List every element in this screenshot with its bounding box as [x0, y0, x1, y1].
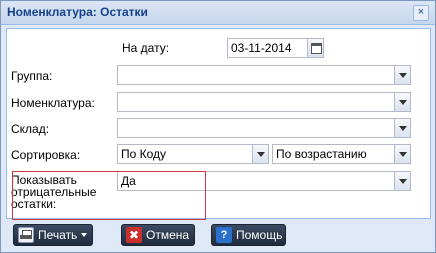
sort-by-combo[interactable]: По Коду [117, 144, 269, 164]
chevron-down-icon[interactable] [394, 118, 411, 138]
chevron-down-icon[interactable] [394, 144, 411, 164]
nomenclature-label: Номенклатура: [11, 96, 95, 110]
print-label: Печать [38, 228, 78, 242]
calendar-icon[interactable] [307, 38, 324, 58]
sort-by-value: По Коду [121, 147, 167, 161]
sort-order-value: По возрастанию [276, 147, 367, 161]
date-field[interactable]: 03-11-2014 [227, 38, 324, 58]
chevron-down-icon[interactable] [394, 65, 411, 85]
warehouse-label: Склад: [11, 122, 50, 136]
sort-label: Сортировка: [11, 148, 81, 162]
cancel-button[interactable]: ✖ Отмена [121, 224, 195, 246]
warehouse-combo[interactable] [117, 118, 411, 138]
group-label: Группа: [11, 69, 53, 83]
chevron-down-icon[interactable] [81, 233, 87, 237]
date-value: 03-11-2014 [231, 41, 292, 55]
printer-icon [18, 227, 34, 243]
dialog-titlebar[interactable]: Номенклатура: Остатки × [1, 1, 435, 25]
nomenclature-combo[interactable] [117, 92, 411, 112]
form-panel: На дату: 03-11-2014 Группа: Номенклатура… [6, 28, 431, 220]
help-icon: ? [216, 227, 232, 243]
cancel-icon: ✖ [126, 227, 142, 243]
date-label: На дату: [122, 41, 170, 55]
close-button[interactable]: × [413, 5, 429, 21]
group-combo[interactable] [117, 65, 411, 85]
cancel-label: Отмена [146, 228, 190, 242]
report-dialog: Номенклатура: Остатки × На дату: 03-11-2… [0, 0, 436, 253]
close-icon: × [417, 6, 425, 18]
chevron-down-icon[interactable] [394, 171, 411, 191]
chevron-down-icon[interactable] [394, 92, 411, 112]
chevron-down-icon[interactable] [252, 144, 269, 164]
print-button[interactable]: Печать [13, 224, 93, 246]
dialog-title: Номенклатура: Остатки [7, 5, 148, 19]
help-button[interactable]: ? Помощь [211, 224, 286, 246]
sort-order-combo[interactable]: По возрастанию [272, 144, 411, 164]
highlight-box [12, 171, 206, 220]
help-label: Помощь [236, 228, 283, 242]
